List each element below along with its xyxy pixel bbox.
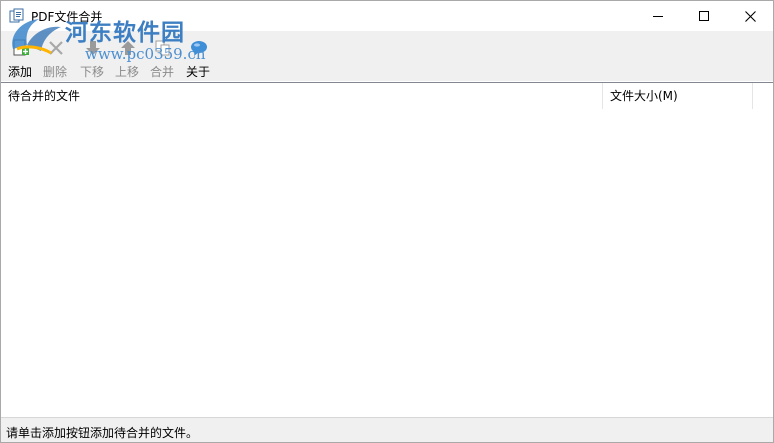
merge-label: 合并 (149, 65, 174, 79)
status-text: 请单击添加按钮添加待合并的文件。 (6, 426, 199, 440)
move-down-label: 下移 (79, 65, 104, 79)
minimize-button[interactable] (635, 1, 681, 31)
maximize-button[interactable] (681, 1, 727, 31)
app-window: PDF文件合并 添加 删除 下移 上移 合并 关于 河东软件园 www.pc03… (0, 0, 774, 443)
about-label: 关于 (185, 65, 210, 79)
minimize-icon (653, 16, 663, 17)
watermark-url: www.pc0359.cn (85, 45, 206, 63)
status-bar: 请单击添加按钮添加待合并的文件。 (1, 417, 773, 442)
close-button[interactable] (727, 1, 773, 31)
add-label: 添加 (7, 65, 32, 79)
maximize-icon (699, 11, 709, 21)
watermark-logo (12, 19, 61, 55)
watermark-title: 河东软件园 (65, 19, 185, 46)
delete-label: 删除 (42, 65, 67, 79)
move-up-label: 上移 (114, 65, 139, 79)
list-body[interactable] (1, 109, 773, 417)
close-icon (744, 10, 756, 22)
column-header-size[interactable]: 文件大小(M) (603, 83, 753, 109)
column-header-file[interactable]: 待合并的文件 (1, 83, 603, 109)
list-header: 待合并的文件 文件大小(M) (1, 83, 773, 109)
file-list[interactable]: 待合并的文件 文件大小(M) (1, 82, 773, 417)
